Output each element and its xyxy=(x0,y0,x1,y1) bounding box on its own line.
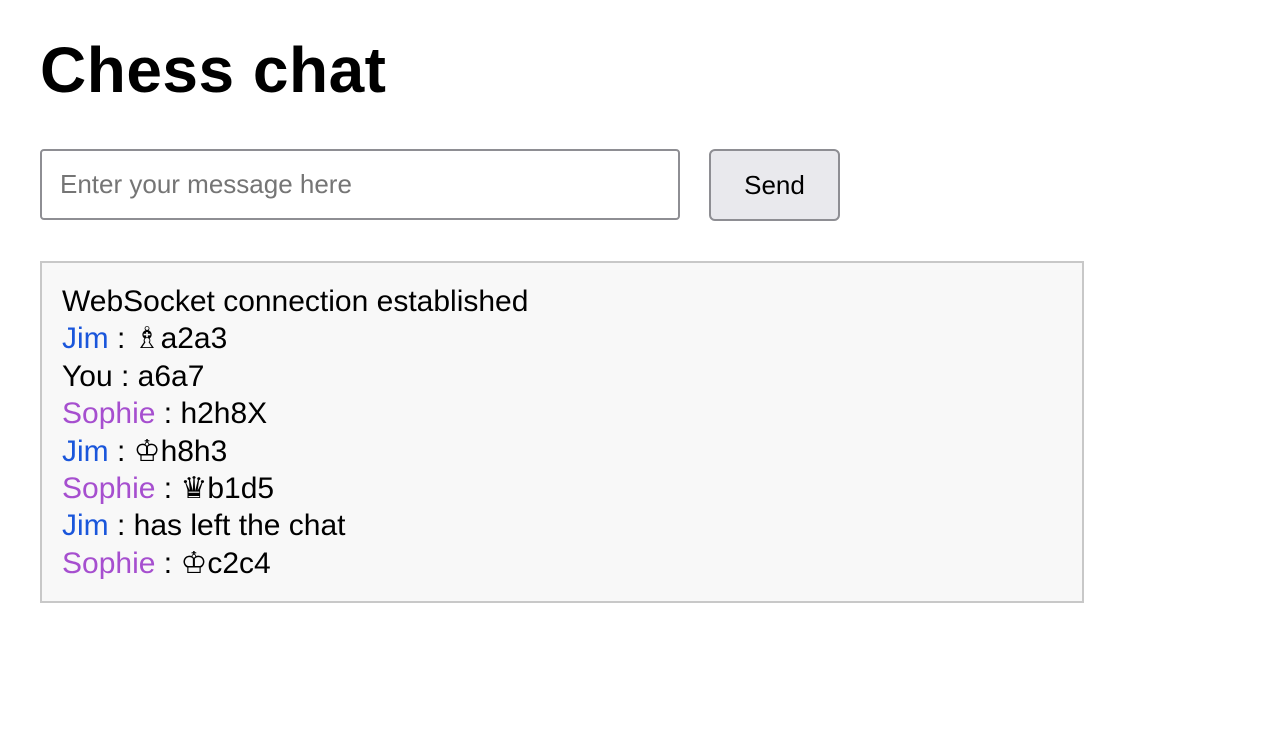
message-separator: : xyxy=(155,397,181,431)
message-separator: : xyxy=(155,472,181,506)
message-sender: Jim xyxy=(62,434,109,468)
message-text: ♛b1d5 xyxy=(180,472,275,506)
message-sender: Jim xyxy=(62,322,109,356)
message-text: ♗a2a3 xyxy=(133,322,228,356)
chat-message: Jim : ♗a2a3 xyxy=(62,320,1062,357)
message-text: ♔c2c4 xyxy=(180,546,271,580)
message-sender: You xyxy=(62,359,113,393)
message-sender: Sophie xyxy=(62,397,156,431)
chess-chat-page: Chess chat Send WebSocket connection est… xyxy=(0,0,1268,752)
message-sender: Jim xyxy=(62,509,109,543)
page-title: Chess chat xyxy=(40,34,387,106)
chat-message: You : a6a7 xyxy=(62,358,1062,395)
send-button[interactable]: Send xyxy=(709,149,840,221)
message-separator: : xyxy=(108,322,134,356)
message-separator: : xyxy=(108,509,134,543)
chat-message: Jim : ♔h8h3 xyxy=(62,433,1062,470)
message-text: a6a7 xyxy=(137,359,205,393)
message-sender: Sophie xyxy=(62,546,156,580)
message-sender: Sophie xyxy=(62,472,156,506)
message-text: ♔h8h3 xyxy=(133,434,228,468)
message-text: h2h8X xyxy=(180,397,268,431)
chat-message: Sophie : ♛b1d5 xyxy=(62,470,1062,507)
message-separator: : xyxy=(112,359,138,393)
message-input[interactable] xyxy=(40,149,680,220)
chat-log: WebSocket connection established Jim : ♗a… xyxy=(40,261,1084,603)
message-separator: : xyxy=(108,434,134,468)
message-separator: : xyxy=(155,546,181,580)
chat-message: Sophie : ♔c2c4 xyxy=(62,545,1062,582)
chat-message: Sophie : h2h8X xyxy=(62,395,1062,432)
message-text: has left the chat xyxy=(133,509,346,543)
system-message: WebSocket connection established xyxy=(62,285,529,318)
chat-message: Jim : has left the chat xyxy=(62,507,1062,544)
